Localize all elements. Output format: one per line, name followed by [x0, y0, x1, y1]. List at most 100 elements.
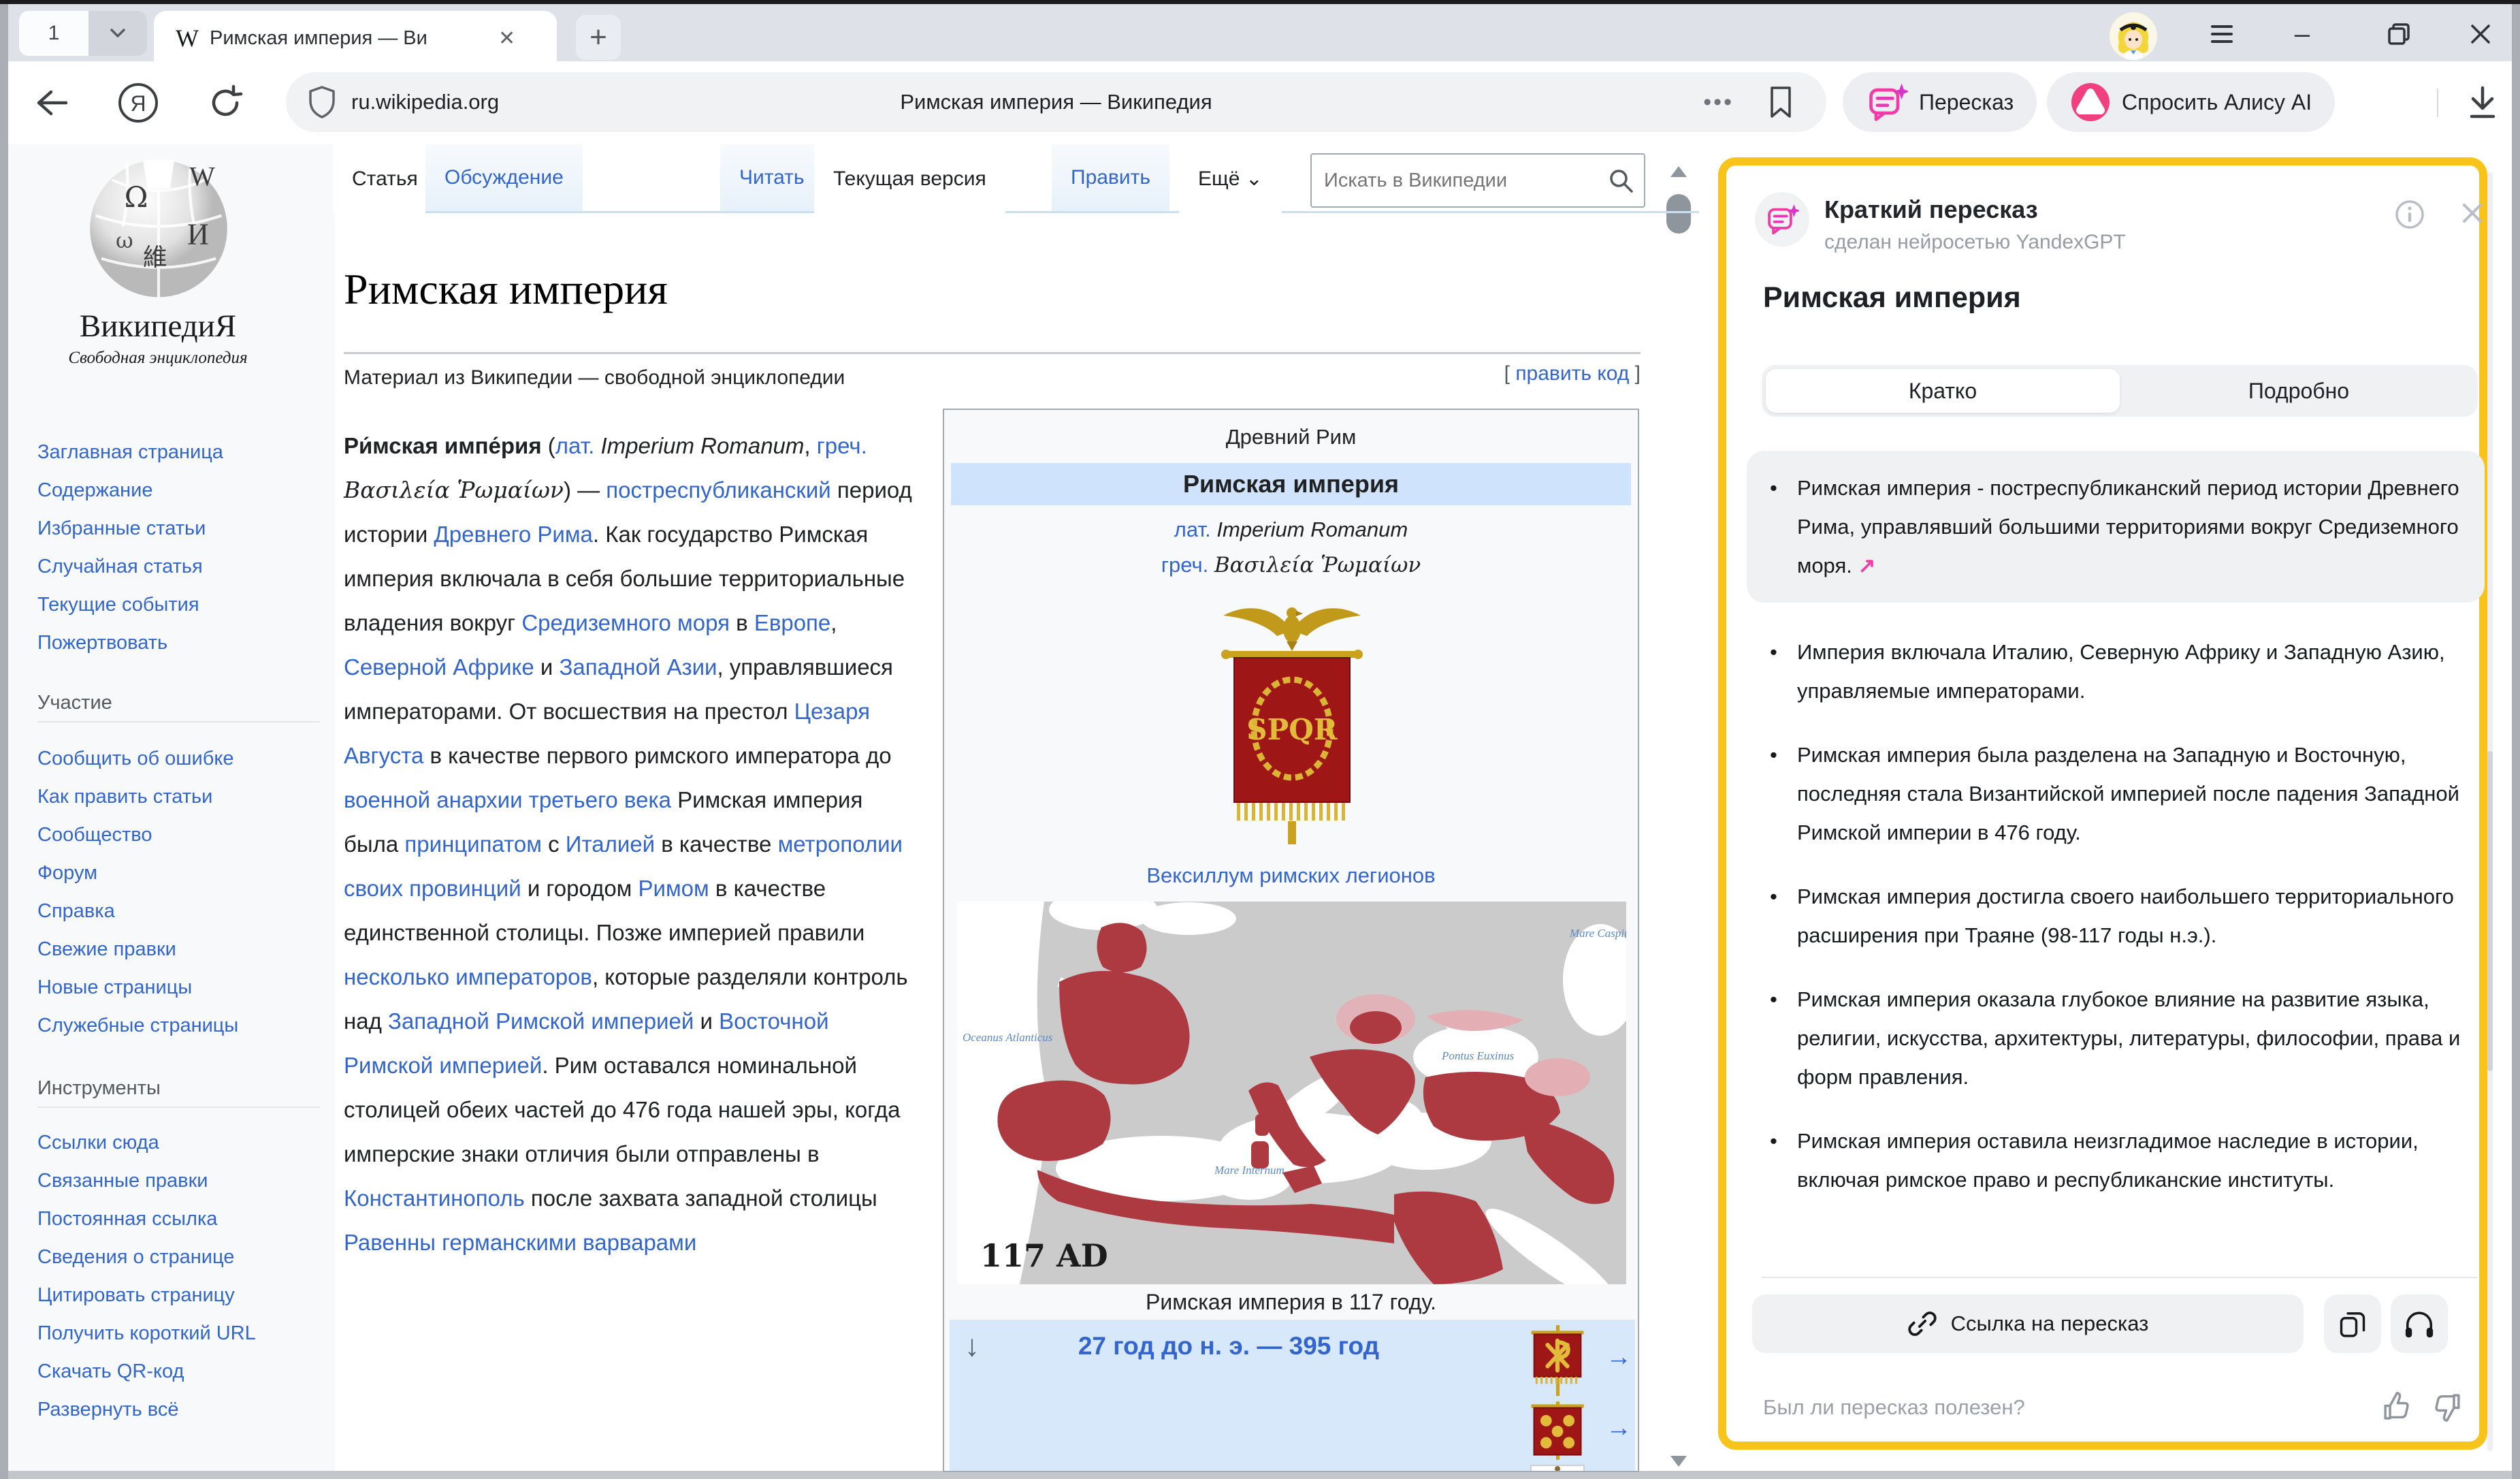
- sidebar-link[interactable]: Избранные статьи: [37, 509, 323, 547]
- coat-banner-image[interactable]: [1525, 1464, 1589, 1472]
- svg-text:ω: ω: [116, 229, 133, 253]
- copy-link-button[interactable]: Ссылка на пересказ: [1752, 1294, 2304, 1353]
- svg-text:W: W: [189, 161, 215, 192]
- sidebar-link[interactable]: Связанные правки: [37, 1162, 323, 1200]
- wiki-tab[interactable]: Править: [1052, 144, 1169, 213]
- panel-divider: [1762, 1277, 2478, 1278]
- tab-close-icon[interactable]: ✕: [498, 27, 515, 50]
- menu-button[interactable]: [2201, 14, 2242, 54]
- browser-tab-bar: 1 W Римская империя — Ви ✕ + –: [8, 4, 2512, 61]
- panel-scrollbar-thumb[interactable]: [2487, 751, 2493, 1071]
- source-link-arrow[interactable]: ↗: [1858, 554, 1875, 577]
- wiki-tab[interactable]: Читать: [720, 144, 824, 213]
- svg-text:И: И: [187, 218, 209, 251]
- copy-link-label: Ссылка на пересказ: [1951, 1311, 2149, 1336]
- labarum-banner-image[interactable]: [1525, 1325, 1589, 1396]
- sidebar-link[interactable]: Текущие события: [37, 586, 323, 624]
- svg-text:Ω: Ω: [125, 180, 148, 214]
- sidebar-link[interactable]: Сообщество: [37, 816, 323, 854]
- copy-text-button[interactable]: [2324, 1294, 2381, 1353]
- sidebar-link[interactable]: Ссылки сюда: [37, 1124, 323, 1162]
- sidebar-link[interactable]: Цитировать страницу: [37, 1276, 323, 1314]
- back-icon[interactable]: [23, 61, 82, 144]
- timeline-next-arrow[interactable]: →: [1606, 1343, 1632, 1372]
- sidebar-header-participate: Участие: [37, 692, 320, 722]
- article-title: Римская империя: [344, 264, 668, 315]
- sidebar-link[interactable]: Как править статьи: [37, 778, 323, 816]
- wiki-tab[interactable]: Текущая версия: [814, 144, 1005, 213]
- thumbs-up-icon[interactable]: [2381, 1391, 2412, 1422]
- sidebar-link[interactable]: Сообщить об ошибке: [37, 740, 323, 778]
- dots-banner-image[interactable]: [1525, 1401, 1589, 1460]
- timeline-next-arrow[interactable]: →: [1606, 1414, 1632, 1443]
- wiki-search-box[interactable]: [1310, 153, 1645, 208]
- info-icon[interactable]: [2395, 200, 2425, 229]
- bookmark-icon[interactable]: [1768, 85, 1794, 119]
- browser-tab[interactable]: W Римская империя — Ви ✕: [154, 11, 557, 65]
- search-input[interactable]: [1312, 170, 1607, 192]
- retell-button[interactable]: Пересказ: [1843, 72, 2037, 132]
- wikipedia-globe-logo[interactable]: W Ω И 維 ω: [87, 151, 230, 305]
- minimize-button[interactable]: –: [2282, 14, 2323, 54]
- sidebar-link[interactable]: Новые страницы: [37, 968, 323, 1006]
- address-bar[interactable]: ru.wikipedia.org Римская империя — Викип…: [286, 72, 1826, 132]
- new-tab-button[interactable]: +: [576, 15, 621, 60]
- tab-detailed[interactable]: Подробно: [2120, 365, 2478, 417]
- sidebar-link[interactable]: Справка: [37, 892, 323, 930]
- sidebar-link[interactable]: Сведения о странице: [37, 1238, 323, 1276]
- tab-group-chevron-icon[interactable]: [88, 11, 147, 56]
- sidebar-link[interactable]: Случайная статья: [37, 547, 323, 586]
- sidebar-link[interactable]: Служебные страницы: [37, 1006, 323, 1045]
- svg-text:Я: Я: [130, 91, 146, 116]
- sidebar-nav-tools: Ссылки сюдаСвязанные правкиПостоянная сс…: [37, 1124, 323, 1429]
- edit-code-anchor[interactable]: править код: [1515, 362, 1629, 385]
- restore-button[interactable]: [2378, 14, 2419, 54]
- panel-close-icon[interactable]: [2459, 200, 2486, 227]
- yandex-home-icon[interactable]: Я: [109, 61, 167, 144]
- wiki-tab[interactable]: Обсуждение: [425, 144, 583, 213]
- retell-panel-icon: [1765, 202, 1799, 236]
- profile-avatar[interactable]: [2110, 12, 2157, 60]
- summary-bullet: • Римская империя достигла своего наибол…: [1747, 877, 2485, 955]
- tab-group-number[interactable]: 1: [19, 11, 88, 56]
- ask-alice-label: Спросить Алису AI: [2122, 90, 2312, 115]
- empire-map-image[interactable]: Oceanus Atlanticus Mare Internum Pontus …: [957, 902, 1626, 1284]
- tab-brief[interactable]: Кратко: [1766, 369, 2120, 413]
- close-window-button[interactable]: [2460, 14, 2501, 54]
- shield-icon[interactable]: [308, 85, 336, 119]
- tab-group-button[interactable]: 1: [19, 11, 147, 56]
- sidebar-link[interactable]: Свежие правки: [37, 930, 323, 968]
- vexillum-image[interactable]: SPQR: [1207, 588, 1377, 861]
- scrollbar-thumb[interactable]: [1666, 194, 1691, 234]
- ask-alice-button[interactable]: Спросить Алису AI: [2047, 72, 2335, 132]
- sidebar-nav-participate: Сообщить об ошибкеКак править статьиСооб…: [37, 740, 323, 1045]
- wiki-tab[interactable]: Статья: [333, 144, 437, 213]
- infobox-latin-name: лат. Imperium Romanum: [944, 518, 1638, 542]
- wiki-tab[interactable]: Ещё ⌄: [1179, 144, 1282, 213]
- sidebar-link[interactable]: Получить короткий URL: [37, 1314, 323, 1352]
- vexillum-caption[interactable]: Вексиллум римских легионов: [944, 863, 1638, 888]
- sidebar-link[interactable]: Форум: [37, 854, 323, 892]
- summary-bullet: • Римская империя оказала глубокое влиян…: [1747, 980, 2485, 1096]
- sidebar-link[interactable]: Содержание: [37, 471, 323, 509]
- sidebar-link[interactable]: Развернуть всё: [37, 1390, 323, 1429]
- sidebar-link[interactable]: Постоянная ссылка: [37, 1200, 323, 1238]
- scrollbar-up-icon[interactable]: [1668, 163, 1690, 180]
- copy-icon: [2338, 1309, 2368, 1339]
- downloads-icon[interactable]: [2453, 61, 2512, 144]
- sidebar-link[interactable]: Пожертвовать: [37, 624, 323, 662]
- svg-text:Mare Caspium: Mare Caspium: [1569, 927, 1626, 940]
- refresh-icon[interactable]: [196, 61, 255, 144]
- url-text: ru.wikipedia.org: [351, 90, 499, 114]
- sidebar-nav-main: Заглавная страницаСодержаниеИзбранные ст…: [37, 433, 323, 662]
- listen-button[interactable]: [2391, 1294, 2448, 1353]
- search-icon[interactable]: [1607, 167, 1634, 194]
- sidebar-link[interactable]: Скачать QR-код: [37, 1352, 323, 1390]
- window-right-edge: [2512, 4, 2520, 1479]
- sidebar-link[interactable]: Заглавная страница: [37, 433, 323, 471]
- thumbs-down-icon[interactable]: [2432, 1391, 2463, 1422]
- more-actions-icon[interactable]: •••: [1703, 89, 1734, 116]
- timeline-range-link[interactable]: 27 год до н. э. — 395 год: [950, 1332, 1508, 1361]
- edit-code-link: [ править код ]: [1450, 362, 1641, 385]
- scrollbar-down-icon[interactable]: [1668, 1453, 1690, 1469]
